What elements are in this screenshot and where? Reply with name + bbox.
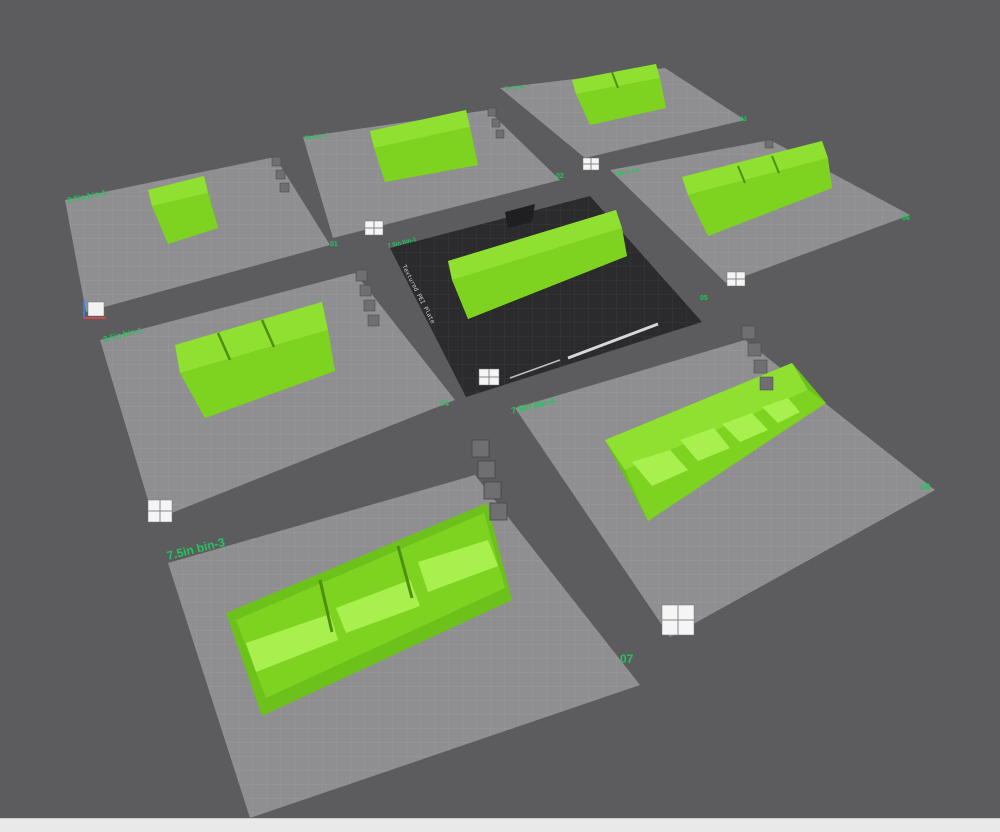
close-icon[interactable]	[741, 325, 756, 340]
scene: 2.5in bin-1 01 5in bin-1 02 5in bin-2 03…	[65, 64, 935, 818]
plate-number: 05	[700, 295, 708, 302]
orient-icon[interactable]	[363, 299, 376, 312]
arrange-icon[interactable]	[275, 169, 286, 180]
plate-number: 01	[330, 241, 338, 248]
plate-08[interactable]: 7.5in bin-4 08	[510, 325, 935, 637]
arrange-icon[interactable]	[477, 460, 496, 479]
3d-viewport[interactable]: 2.5in bin-1 01 5in bin-1 02 5in bin-2 03…	[0, 0, 1000, 831]
plate-icon[interactable]	[147, 499, 173, 523]
plate-icon[interactable]	[478, 368, 500, 386]
plate-number: 07	[620, 652, 634, 666]
plate-04[interactable]: 2.5in bin-1 04	[100, 269, 455, 523]
plate-number: 02	[556, 173, 564, 180]
plate-icon[interactable]	[661, 604, 695, 636]
orient-icon[interactable]	[483, 481, 502, 500]
lock-icon[interactable]	[495, 129, 505, 139]
status-bar	[0, 818, 1000, 832]
arrange-icon[interactable]	[491, 118, 501, 128]
plate-number: 08	[920, 482, 930, 492]
close-icon[interactable]	[271, 156, 282, 167]
plate-number: 03	[740, 117, 747, 123]
lock-icon[interactable]	[759, 376, 774, 391]
plate-number: 06	[902, 215, 910, 222]
plate-06[interactable]: 5in bin-3 06	[610, 139, 910, 287]
close-icon[interactable]	[487, 107, 497, 117]
close-icon[interactable]	[355, 269, 368, 282]
plate-number: 04	[440, 399, 449, 408]
lock-icon[interactable]	[367, 314, 380, 327]
plate-icon[interactable]	[364, 220, 384, 236]
plate-icon[interactable]	[582, 157, 600, 171]
lock-icon[interactable]	[489, 502, 508, 521]
close-icon[interactable]	[471, 439, 490, 458]
lock-icon[interactable]	[279, 182, 290, 193]
orient-icon[interactable]	[753, 359, 768, 374]
arrange-icon[interactable]	[359, 284, 372, 297]
plate-toolbar	[764, 139, 774, 149]
arrange-icon[interactable]	[747, 342, 762, 357]
plate-icon[interactable]	[726, 271, 746, 287]
close-icon[interactable]	[764, 139, 774, 149]
plate-07[interactable]: 7.5in bin-3 07	[165, 439, 640, 818]
